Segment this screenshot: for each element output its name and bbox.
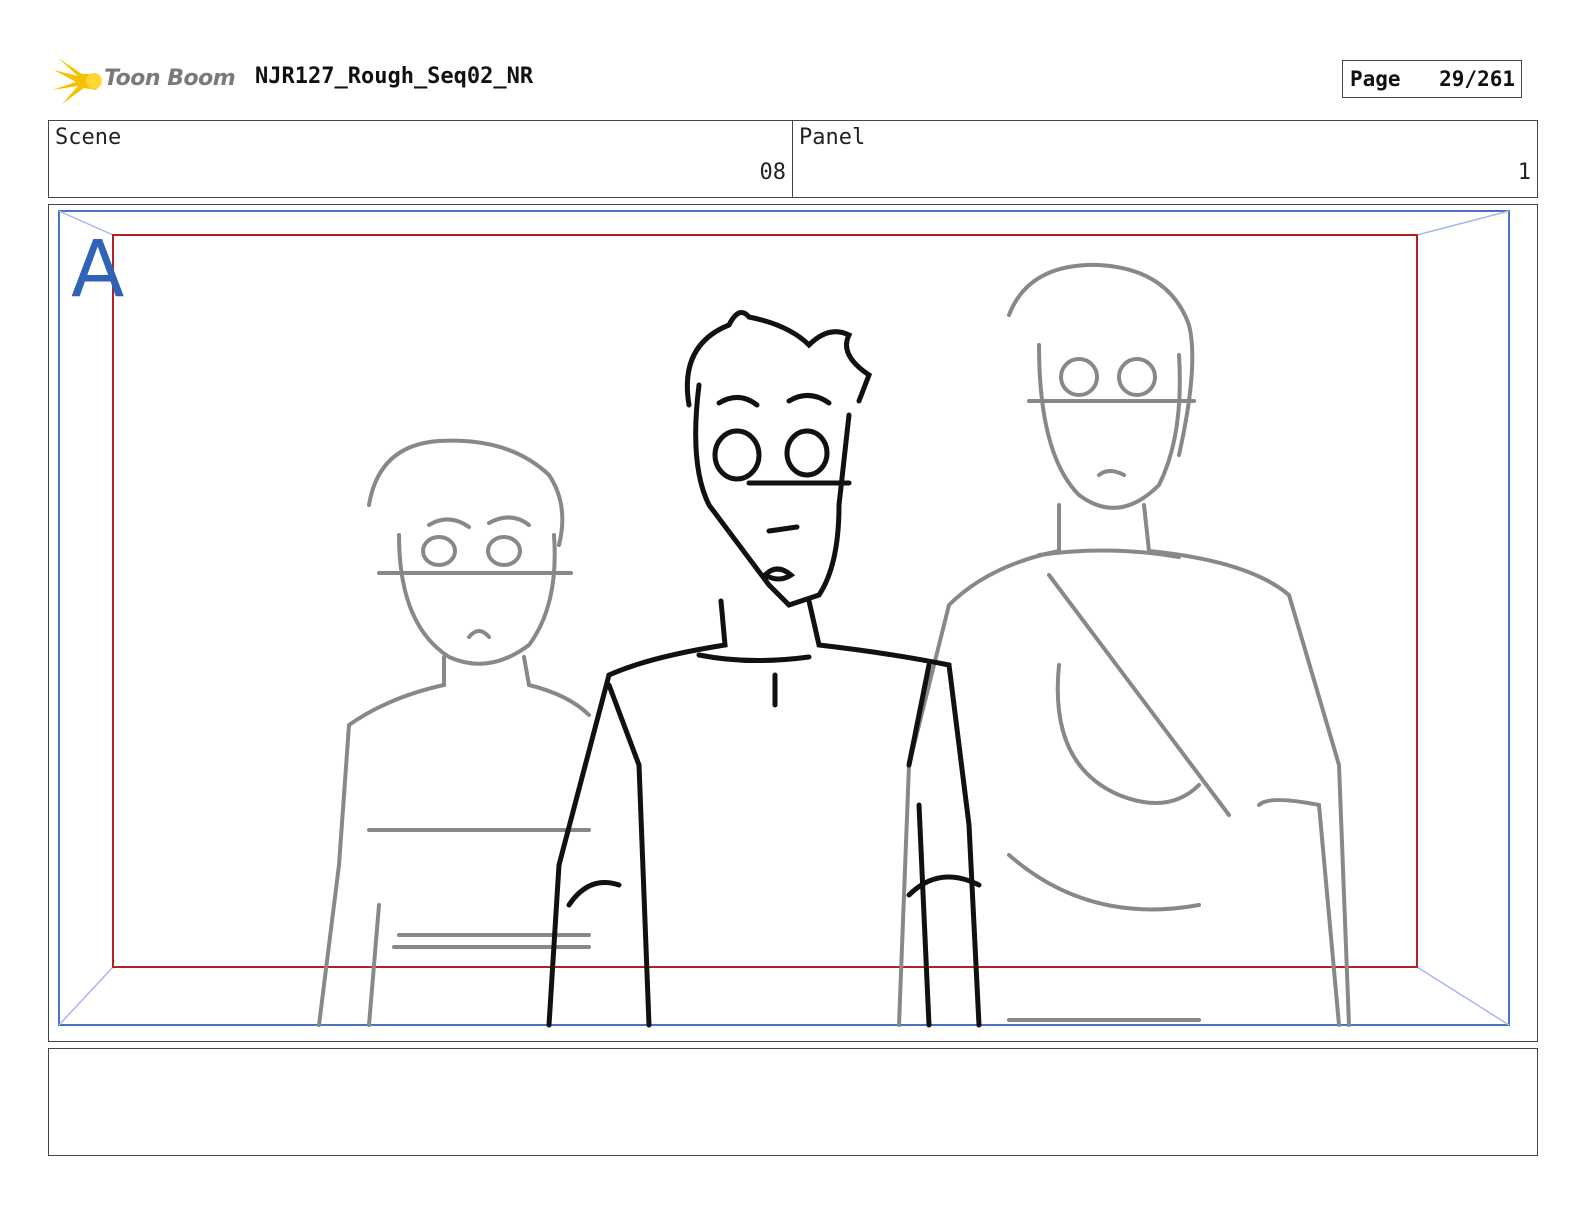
logo-text: Toon Boom — [104, 66, 236, 91]
scene-label: Scene — [55, 125, 122, 150]
scene-panel-row: Scene 08 Panel 1 — [48, 120, 1538, 198]
page-indicator: Page 29/261 — [1342, 60, 1522, 98]
right-character-sketch — [897, 262, 1351, 1027]
camera-move-arrows — [58, 210, 1510, 1026]
starburst-icon — [52, 58, 102, 104]
scene-value: 08 — [759, 160, 787, 185]
panel-notes-area — [48, 1048, 1538, 1156]
page-label: Page — [1350, 67, 1401, 91]
panel-value: 1 — [1517, 160, 1531, 185]
panel-label: Panel — [799, 125, 866, 150]
project-title: NJR127_Rough_Seq02_NR — [255, 64, 534, 89]
panel-drawing — [58, 210, 1510, 1028]
page-number: 29/261 — [1439, 67, 1515, 91]
storyboard-header: Toon Boom NJR127_Rough_Seq02_NR Page 29/… — [52, 56, 1538, 106]
safe-frame — [112, 234, 1418, 968]
left-character-sketch — [317, 438, 591, 1027]
toon-boom-logo: Toon Boom — [52, 56, 242, 106]
storyboard-panel-frame: A — [48, 204, 1538, 1042]
center-character-sketch — [546, 310, 982, 1028]
scene-cell: Scene 08 — [49, 121, 793, 197]
camera-letter: A — [71, 225, 125, 315]
panel-cell: Panel 1 — [793, 121, 1537, 197]
camera-frame — [58, 210, 1510, 1026]
